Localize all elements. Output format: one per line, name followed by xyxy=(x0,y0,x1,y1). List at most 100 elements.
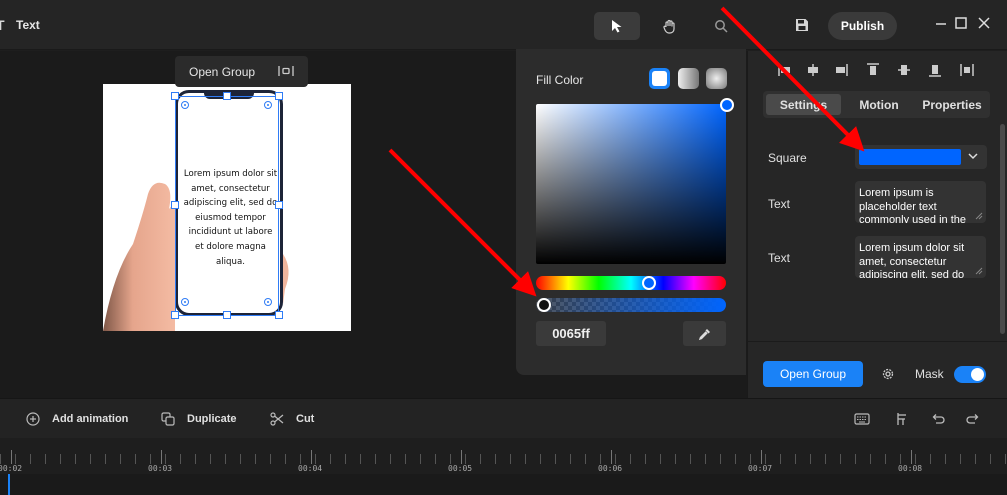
resize-handle-nw[interactable] xyxy=(171,92,179,100)
open-group-button[interactable]: Open Group xyxy=(763,361,863,387)
align-center-h-icon[interactable] xyxy=(806,63,820,77)
square-color-swatch[interactable] xyxy=(859,149,961,165)
tick-label: 00:08 xyxy=(898,464,923,473)
ruler-tick xyxy=(11,450,12,464)
saturation-knob[interactable] xyxy=(720,98,734,112)
radius-handle[interactable] xyxy=(264,298,272,306)
text-field-1-value: Lorem ipsum is placeholder text commonly… xyxy=(859,187,966,223)
duplicate-icon xyxy=(161,412,175,426)
ruler-tick xyxy=(761,450,762,464)
ruler-tick xyxy=(911,450,912,464)
opacity-slider[interactable] xyxy=(536,298,726,312)
chevron-down-icon[interactable] xyxy=(968,152,978,160)
eyedropper-icon xyxy=(698,328,710,340)
top-bar: T Text Publish xyxy=(0,0,1007,50)
hue-slider[interactable] xyxy=(536,276,726,290)
square-color-select[interactable] xyxy=(855,145,987,169)
tick-label: 00:07 xyxy=(748,464,773,473)
resize-handle-w[interactable] xyxy=(171,201,179,209)
redo-icon[interactable] xyxy=(965,412,981,426)
panel-tabs: Settings Motion Properties xyxy=(763,91,990,118)
radial-gradient-button[interactable] xyxy=(706,68,727,89)
tick-label: 00:05 xyxy=(448,464,473,473)
radius-handle[interactable] xyxy=(264,101,272,109)
resize-grip-icon[interactable] xyxy=(975,267,983,275)
properties-panel: Settings Motion Properties Square Text L… xyxy=(747,51,1007,398)
text-label-1: Text xyxy=(768,197,791,211)
radius-handle[interactable] xyxy=(181,101,189,109)
fill-color-popover: Fill Color 0065ff xyxy=(516,49,746,375)
zoom-tool-button[interactable] xyxy=(698,12,744,40)
text-field-2-value: Lorem ipsum dolor sit amet, consectetur … xyxy=(859,242,965,278)
document-title: Text xyxy=(16,18,40,32)
tick-label: 00:04 xyxy=(298,464,323,473)
mask-toggle[interactable] xyxy=(954,366,986,383)
keyboard-icon[interactable] xyxy=(854,412,870,426)
open-group-popover[interactable]: Open Group xyxy=(175,56,308,87)
duplicate-label: Duplicate xyxy=(187,413,237,425)
resize-handle-s[interactable] xyxy=(223,311,231,319)
playhead[interactable] xyxy=(8,474,10,495)
tick-label: 00:06 xyxy=(598,464,623,473)
text-tool-icon: T xyxy=(0,17,5,33)
square-label: Square xyxy=(768,151,807,165)
duplicate-button[interactable]: Duplicate xyxy=(161,411,237,427)
align-left-icon[interactable] xyxy=(778,63,792,77)
undo-icon[interactable] xyxy=(930,412,946,426)
align-top-icon[interactable] xyxy=(866,63,880,77)
timeline-track[interactable] xyxy=(0,474,1007,495)
tab-properties[interactable]: Properties xyxy=(915,94,989,115)
linear-gradient-button[interactable] xyxy=(678,68,699,89)
solid-fill-button[interactable] xyxy=(649,68,670,89)
tab-motion[interactable]: Motion xyxy=(845,94,913,115)
add-animation-label: Add animation xyxy=(52,413,129,425)
text-field-2[interactable]: Lorem ipsum dolor sit amet, consectetur … xyxy=(855,236,986,278)
save-icon[interactable] xyxy=(795,18,809,32)
cut-label: Cut xyxy=(296,413,315,425)
resize-handle-se[interactable] xyxy=(275,311,283,319)
resize-handle-n[interactable] xyxy=(223,92,231,100)
panel-divider xyxy=(748,341,1007,342)
align-right-icon[interactable] xyxy=(834,63,848,77)
selection-box[interactable] xyxy=(175,96,279,316)
tab-settings[interactable]: Settings xyxy=(766,94,841,115)
ungroup-icon[interactable] xyxy=(277,65,295,77)
gear-icon[interactable] xyxy=(881,367,895,381)
hue-knob[interactable] xyxy=(642,276,656,290)
resize-grip-icon[interactable] xyxy=(975,212,983,220)
timeline-ruler[interactable] xyxy=(0,454,1007,464)
ruler-tick xyxy=(461,450,462,464)
add-circle-icon xyxy=(26,412,40,426)
add-animation-button[interactable]: Add animation xyxy=(26,411,128,427)
split-icon[interactable] xyxy=(894,412,910,426)
tick-label: 00:03 xyxy=(148,464,173,473)
timeline[interactable]: 00:02 00:03 00:04 00:05 00:06 00:07 00:0… xyxy=(0,438,1007,495)
maximize-icon[interactable] xyxy=(954,16,968,30)
align-middle-icon[interactable] xyxy=(897,63,911,77)
text-label-2: Text xyxy=(768,251,791,265)
cut-button[interactable]: Cut xyxy=(270,411,314,427)
pan-tool-button[interactable] xyxy=(647,12,693,40)
open-group-label[interactable]: Open Group xyxy=(189,65,255,79)
align-bottom-icon[interactable] xyxy=(928,63,942,77)
close-icon[interactable] xyxy=(977,16,991,30)
resize-handle-e[interactable] xyxy=(275,201,283,209)
app-window: { "app": { "title": "Text", "publish_lab… xyxy=(0,0,1007,495)
eyedropper-button[interactable] xyxy=(683,321,726,346)
minimize-icon[interactable] xyxy=(934,16,948,30)
opacity-knob[interactable] xyxy=(537,298,551,312)
distribute-horizontal-icon[interactable] xyxy=(960,63,974,77)
scissors-icon xyxy=(270,412,284,426)
bottom-toolbar: Add animation Duplicate Cut xyxy=(0,398,1007,438)
publish-button[interactable]: Publish xyxy=(828,12,897,40)
text-field-1[interactable]: Lorem ipsum is placeholder text commonly… xyxy=(855,181,986,223)
saturation-value-picker[interactable] xyxy=(536,104,726,264)
panel-scrollbar[interactable] xyxy=(1000,124,1005,334)
hex-input[interactable]: 0065ff xyxy=(536,321,606,346)
resize-handle-sw[interactable] xyxy=(171,311,179,319)
ruler-tick xyxy=(161,450,162,464)
select-tool-button[interactable] xyxy=(594,12,640,40)
hand-icon xyxy=(663,19,675,34)
resize-handle-ne[interactable] xyxy=(275,92,283,100)
radius-handle[interactable] xyxy=(181,298,189,306)
